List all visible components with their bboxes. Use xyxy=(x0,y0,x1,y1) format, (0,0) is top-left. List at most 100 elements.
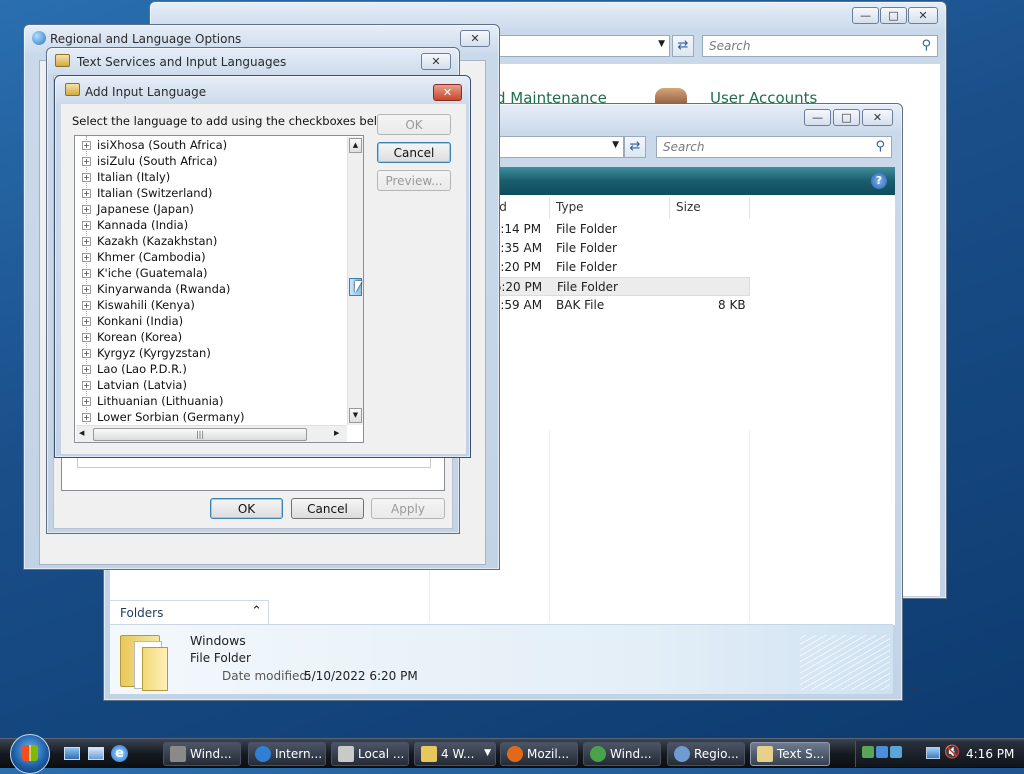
scroll-right-icon[interactable]: ▶ xyxy=(334,429,339,437)
list-item[interactable]: + Lao (Lao P.D.R.) xyxy=(75,362,335,378)
expand-icon[interactable]: + xyxy=(82,269,91,278)
close-button[interactable]: ✕ xyxy=(460,30,490,47)
task-button[interactable]: Mozil... xyxy=(500,742,578,766)
column-size[interactable]: Size xyxy=(672,197,750,218)
details-pane: Windows File Folder Date modified: 5/10/… xyxy=(110,624,893,694)
task-button[interactable]: Wind... xyxy=(583,742,661,766)
list-item[interactable]: + K'iche (Guatemala) xyxy=(75,266,335,282)
clock[interactable]: 4:16 PM xyxy=(966,747,1014,761)
expand-icon[interactable]: + xyxy=(82,205,91,214)
help-icon[interactable]: ? xyxy=(871,173,887,189)
folders-pane-toggle[interactable]: Folders ⌃ xyxy=(110,600,268,624)
scroll-hthumb[interactable]: ||| xyxy=(93,428,307,441)
task-button-active[interactable]: Text S... xyxy=(750,742,830,766)
cancel-button[interactable]: Cancel xyxy=(291,498,364,519)
task-button[interactable]: Regio... xyxy=(667,742,745,766)
list-item[interactable]: + isiZulu (South Africa) xyxy=(75,154,335,170)
list-item[interactable]: + Kazakh (Kazakhstan) xyxy=(75,234,335,250)
task-button[interactable]: 4 W... ▼ xyxy=(414,742,496,766)
expand-icon[interactable]: + xyxy=(82,317,91,326)
task-button[interactable]: Intern... xyxy=(248,742,326,766)
list-item[interactable]: + Latvian (Latvia) xyxy=(75,378,335,394)
expand-icon[interactable]: + xyxy=(82,237,91,246)
expand-icon[interactable]: + xyxy=(82,301,91,310)
apply-button[interactable]: Apply xyxy=(371,498,445,519)
scroll-down-icon[interactable]: ▼ xyxy=(349,408,362,423)
table-row-selected[interactable]: 022 6:20 PM File Folder xyxy=(462,277,750,296)
scroll-left-icon[interactable]: ◀ xyxy=(79,429,84,437)
search-input[interactable]: Search ⚲ xyxy=(656,136,892,158)
list-item[interactable]: + Khmer (Cambodia) xyxy=(75,250,335,266)
expand-icon[interactable]: + xyxy=(82,285,91,294)
ok-button[interactable]: OK xyxy=(210,498,283,519)
maximize-button[interactable]: □ xyxy=(880,7,907,24)
task-button[interactable]: Wind... xyxy=(163,742,241,766)
expand-icon[interactable]: + xyxy=(82,349,91,358)
list-item[interactable]: + Japanese (Japan) xyxy=(75,202,335,218)
table-row[interactable]: 022 4:14 PM File Folder xyxy=(462,220,750,239)
column-type[interactable]: Type xyxy=(552,197,670,218)
maximize-button[interactable]: □ xyxy=(833,109,860,126)
preview-button[interactable]: Preview... xyxy=(377,170,451,191)
expand-icon[interactable]: + xyxy=(82,397,91,406)
list-item[interactable]: + Lithuanian (Lithuania) xyxy=(75,394,335,410)
close-button[interactable]: ✕ xyxy=(421,53,451,70)
instruction-text: Select the language to add using the che… xyxy=(72,114,397,128)
expand-icon[interactable]: + xyxy=(82,413,91,422)
tray-app-icon[interactable] xyxy=(890,746,902,758)
show-desktop-icon[interactable] xyxy=(64,747,80,760)
cancel-button[interactable]: Cancel xyxy=(377,142,451,163)
expand-icon[interactable]: + xyxy=(82,365,91,374)
ie-quicklaunch-icon[interactable]: e xyxy=(111,745,128,762)
volume-muted-icon[interactable]: 🔇 xyxy=(944,745,960,760)
minimize-button[interactable]: — xyxy=(804,109,831,126)
table-row[interactable]: 022 1:59 AM BAK File 8 KB xyxy=(462,296,750,315)
expand-icon[interactable]: + xyxy=(82,381,91,390)
close-button[interactable]: ✕ xyxy=(862,109,893,126)
list-item[interactable]: + Kiswahili (Kenya) xyxy=(75,298,335,314)
list-item[interactable]: + Kinyarwanda (Rwanda) xyxy=(75,282,335,298)
list-item[interactable]: + Konkani (India) xyxy=(75,314,335,330)
list-item[interactable]: + isiXhosa (South Africa) xyxy=(75,138,335,154)
list-item[interactable]: + Lower Sorbian (Germany) xyxy=(75,410,335,426)
minimize-button[interactable]: — xyxy=(852,7,879,24)
network-icon[interactable] xyxy=(926,747,940,759)
close-button[interactable]: ✕ xyxy=(908,7,938,24)
chevron-down-icon[interactable]: ▼ xyxy=(612,140,619,150)
refresh-icon[interactable]: ⇄ xyxy=(624,136,646,158)
horizontal-scrollbar[interactable]: ◀ ||| ▶ xyxy=(76,425,347,442)
expand-icon[interactable]: + xyxy=(82,157,91,166)
search-input[interactable]: Search ⚲ xyxy=(702,35,938,57)
expand-icon[interactable]: + xyxy=(82,221,91,230)
expand-icon[interactable]: + xyxy=(82,189,91,198)
globe-icon xyxy=(32,31,46,45)
expand-icon[interactable]: + xyxy=(82,141,91,150)
folder-icon xyxy=(421,746,437,762)
expand-icon[interactable]: + xyxy=(82,253,91,262)
table-row[interactable]: 022 6:20 PM File Folder xyxy=(462,258,750,277)
table-row[interactable]: 021 3:35 AM File Folder xyxy=(462,239,750,258)
expand-icon[interactable]: + xyxy=(82,173,91,182)
tray-app-icon[interactable] xyxy=(862,746,874,758)
list-item[interactable]: + Italian (Italy) xyxy=(75,170,335,186)
address-bar[interactable]: ▼ xyxy=(490,35,670,57)
keyboard-icon xyxy=(55,54,70,67)
scroll-down-icon[interactable]: ⌄ xyxy=(911,680,920,693)
chevron-down-icon: ▼ xyxy=(484,748,491,758)
list-item[interactable]: + Kannada (India) xyxy=(75,218,335,234)
scroll-up-icon[interactable]: ▲ xyxy=(349,138,362,153)
close-button[interactable]: ✕ xyxy=(433,84,462,101)
tray-app-icon[interactable] xyxy=(876,746,888,758)
ok-button[interactable]: OK xyxy=(377,114,451,135)
system-tray: 🔇 4:16 PM xyxy=(855,741,1024,767)
refresh-icon[interactable]: ⇄ xyxy=(672,35,694,57)
list-item[interactable]: + Italian (Switzerland) xyxy=(75,186,335,202)
switch-windows-icon[interactable] xyxy=(88,747,104,760)
task-button[interactable]: Local ... xyxy=(331,742,409,766)
expand-icon[interactable]: + xyxy=(82,333,91,342)
start-button[interactable] xyxy=(10,734,50,774)
list-item[interactable]: + Korean (Korea) xyxy=(75,330,335,346)
list-item[interactable]: + Kyrgyz (Kyrgyzstan) xyxy=(75,346,335,362)
chevron-down-icon[interactable]: ▼ xyxy=(658,39,665,49)
language-tree[interactable]: + isiXhosa (South Africa) + isiZulu (South… xyxy=(74,135,364,443)
